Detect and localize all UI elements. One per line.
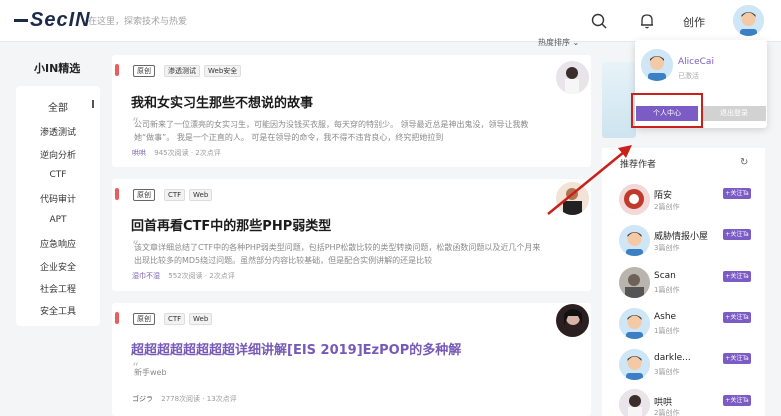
sort-dropdown[interactable]: 热度排序 ⌄ xyxy=(538,37,579,48)
author-avatar[interactable] xyxy=(619,389,650,416)
tag-original: 原创 xyxy=(133,65,155,77)
tag[interactable]: Web xyxy=(189,189,213,201)
author-name[interactable]: Ashe xyxy=(654,312,676,322)
follow-button[interactable]: +关注Ta xyxy=(723,395,751,406)
tag-original: 原创 xyxy=(133,189,155,201)
author-post-count: 2篇创作 xyxy=(654,409,680,416)
article-title[interactable]: 回首再看CTF中的那些PHP弱类型 xyxy=(131,215,331,234)
tag-original: 原创 xyxy=(133,313,155,325)
search-input[interactable]: 在这里，探索技术与热爱 xyxy=(88,14,187,27)
tag[interactable]: 渗透测试 xyxy=(164,65,200,77)
author-post-count: 3篇创作 xyxy=(654,368,680,376)
logout-button[interactable]: 退出登录 xyxy=(702,106,766,121)
article-excerpt: 公司新来了一位漂亮的女实习生，可能因为没钱买衣服，每天穿的特别少。 领导最近总是… xyxy=(134,120,529,142)
card-accent xyxy=(115,64,119,76)
article-thumbnail[interactable] xyxy=(556,61,589,94)
author-avatar[interactable] xyxy=(619,225,650,256)
tag[interactable]: Web xyxy=(189,313,213,325)
follow-button[interactable]: +关注Ta xyxy=(723,188,751,199)
search-icon[interactable] xyxy=(590,12,608,30)
tag[interactable]: Web安全 xyxy=(204,65,242,77)
card-accent xyxy=(115,312,119,324)
author-post-count: 2篇创作 xyxy=(654,203,680,211)
author-post-count: 1篇创作 xyxy=(654,286,680,294)
create-button[interactable]: 创作 xyxy=(683,14,705,30)
author-avatar[interactable] xyxy=(619,308,650,339)
sidebar-item-reverse[interactable]: 逆向分析 xyxy=(16,148,100,161)
sidebar-item-pentest[interactable]: 渗透测试 xyxy=(16,125,100,138)
top-header: SecIN 在这里，探索技术与热爱 创作 xyxy=(0,0,781,42)
follow-button[interactable]: +关注Ta xyxy=(723,312,751,323)
dropdown-username[interactable]: AliceCai xyxy=(678,57,714,67)
follow-button[interactable]: +关注Ta xyxy=(723,229,751,240)
follow-button[interactable]: +关注Ta xyxy=(723,353,751,364)
author-name[interactable]: 哄哄 xyxy=(654,395,672,408)
site-logo[interactable]: SecIN xyxy=(14,9,91,32)
article-card[interactable]: 原创 CTF Web 超超超超超超超超详细讲解[EIS 2019]EzPOP的多… xyxy=(112,303,591,416)
author-name[interactable]: Scan xyxy=(654,271,676,281)
author-avatar[interactable] xyxy=(619,267,650,298)
article-author: 哄哄 xyxy=(132,149,146,157)
author-name[interactable]: darkle... xyxy=(654,353,691,363)
article-card[interactable]: 原创 CTF Web 回首再看CTF中的那些PHP弱类型 “ 该文章详细总结了C… xyxy=(112,179,591,291)
article-excerpt: 该文章详细总结了CTF中的各种PHP弱类型问题，包括PHP松散比较的类型转换问题… xyxy=(134,243,541,265)
sidebar-item-enterprise[interactable]: 企业安全 xyxy=(16,260,100,273)
article-thumbnail[interactable] xyxy=(556,304,589,337)
tag[interactable]: CTF xyxy=(164,313,186,325)
article-title[interactable]: 超超超超超超超超详细讲解[EIS 2019]EzPOP的多种解 xyxy=(131,339,461,358)
highlight-box xyxy=(631,93,703,128)
article-meta: 哄哄 945次阅读 · 2次点评 xyxy=(132,149,221,157)
author-name[interactable]: 威胁情报小屋 xyxy=(654,229,708,242)
user-avatar[interactable] xyxy=(733,5,764,36)
author-avatar[interactable] xyxy=(619,349,650,380)
refresh-icon[interactable]: ↻ xyxy=(740,157,748,168)
article-author: 湿巾不湿 xyxy=(132,272,160,280)
sidebar-item-code-audit[interactable]: 代码审计 xyxy=(16,192,100,205)
article-excerpt: 新手web xyxy=(134,368,167,377)
author-post-count: 1篇创作 xyxy=(654,327,680,335)
author-name[interactable]: 陌安 xyxy=(654,188,672,201)
card-accent xyxy=(115,188,119,200)
annotation-arrow xyxy=(547,145,632,215)
sidebar-item-social[interactable]: 社会工程 xyxy=(16,282,100,295)
sidebar-item-apt[interactable]: APT xyxy=(16,215,100,225)
active-indicator xyxy=(92,100,94,108)
sidebar-item-tools[interactable]: 安全工具 xyxy=(16,304,100,317)
sidebar-item-incident[interactable]: 应急响应 xyxy=(16,237,100,250)
account-status: 已激活 xyxy=(678,72,699,80)
bell-icon[interactable] xyxy=(638,12,656,30)
author-post-count: 3篇创作 xyxy=(654,244,680,252)
article-meta: ゴジラ 2778次阅读 · 13次点评 xyxy=(132,395,237,403)
article-title[interactable]: 我和女实习生那些不想说的故事 xyxy=(131,92,313,111)
article-meta: 湿巾不湿 552次阅读 · 2次点评 xyxy=(132,272,235,280)
sidebar-item-ctf[interactable]: CTF xyxy=(16,170,100,180)
tag[interactable]: CTF xyxy=(164,189,186,201)
follow-button[interactable]: +关注Ta xyxy=(723,271,751,282)
article-author: ゴジラ xyxy=(132,395,153,403)
sidebar-title: 小IN精选 xyxy=(34,62,81,75)
article-card[interactable]: 原创 渗透测试 Web安全 我和女实习生那些不想说的故事 “ 公司新来了一位漂亮… xyxy=(112,55,591,167)
dropdown-avatar xyxy=(641,49,673,81)
sidebar-item-all[interactable]: 全部 xyxy=(16,99,100,114)
